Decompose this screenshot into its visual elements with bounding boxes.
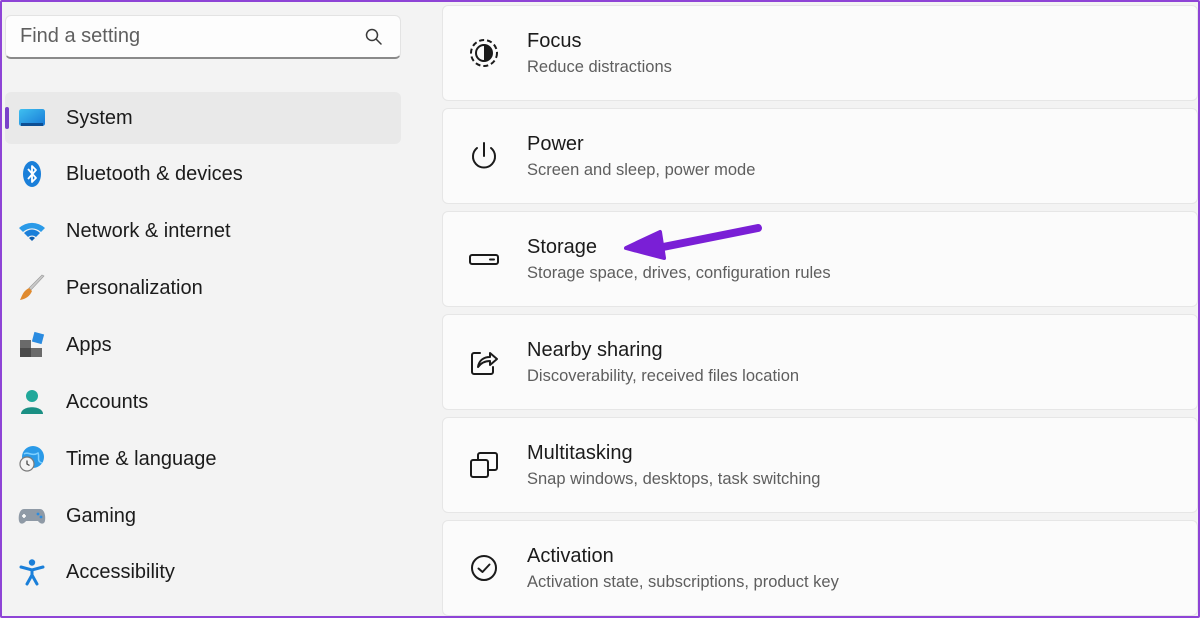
- setting-subtitle: Screen and sleep, power mode: [527, 161, 756, 179]
- setting-subtitle: Discoverability, received files location: [527, 367, 800, 385]
- setting-title: Power: [527, 133, 584, 155]
- search-icon[interactable]: [364, 27, 384, 47]
- sidebar-item-accessibility[interactable]: Accessibility: [5, 546, 401, 598]
- setting-subtitle: Snap windows, desktops, task switching: [527, 470, 821, 488]
- settings-list: Focus Reduce distractions Power Screen a…: [442, 0, 1200, 618]
- gamepad-icon: [18, 502, 46, 530]
- setting-title: Nearby sharing: [527, 339, 663, 361]
- setting-subtitle: Reduce distractions: [527, 58, 672, 76]
- sidebar-item-accounts[interactable]: Accounts: [5, 376, 401, 428]
- sidebar-item-label: Gaming: [66, 504, 137, 527]
- setting-card-power[interactable]: Power Screen and sleep, power mode: [442, 108, 1198, 204]
- multitasking-icon: [470, 452, 498, 478]
- sidebar-item-personalization[interactable]: Personalization: [5, 262, 401, 314]
- setting-title: Storage: [527, 236, 598, 258]
- sidebar-item-system[interactable]: System: [5, 92, 401, 144]
- sidebar-item-network[interactable]: Network & internet: [5, 205, 401, 257]
- setting-card-focus[interactable]: Focus Reduce distractions: [442, 5, 1198, 101]
- sidebar-item-label: Personalization: [66, 276, 203, 299]
- setting-title: Activation: [527, 545, 614, 567]
- arrow-annotation-icon: [624, 224, 762, 260]
- setting-card-multitasking[interactable]: Multitasking Snap windows, desktops, tas…: [442, 417, 1198, 513]
- sidebar-item-label: Accounts: [66, 390, 149, 413]
- focus-icon: [470, 39, 498, 67]
- search-input[interactable]: [6, 16, 346, 56]
- checkmark-circle-icon: [471, 555, 497, 581]
- sidebar-item-label: Accessibility: [66, 560, 175, 583]
- wifi-icon: [18, 217, 46, 245]
- power-icon: [472, 142, 496, 169]
- sidebar-item-label: Apps: [66, 333, 112, 356]
- sidebar-item-label: Network & internet: [66, 219, 231, 242]
- sidebar-item-label: Time & language: [66, 447, 217, 470]
- sidebar: System Bluetooth & devices Network & int…: [0, 0, 420, 618]
- sidebar-item-label: System: [66, 106, 133, 129]
- setting-title: Multitasking: [527, 442, 633, 464]
- setting-card-storage[interactable]: Storage Storage space, drives, configura…: [442, 211, 1198, 307]
- sidebar-item-partial[interactable]: [5, 606, 401, 618]
- account-icon: [18, 388, 46, 416]
- sidebar-item-apps[interactable]: Apps: [5, 319, 401, 371]
- bluetooth-icon: [18, 160, 46, 188]
- sidebar-item-gaming[interactable]: Gaming: [5, 490, 401, 542]
- setting-card-nearby-sharing[interactable]: Nearby sharing Discoverability, received…: [442, 314, 1198, 410]
- accessibility-icon: [18, 558, 46, 586]
- share-icon: [471, 352, 498, 375]
- setting-title: Focus: [527, 30, 582, 52]
- setting-subtitle: Activation state, subscriptions, product…: [527, 573, 839, 591]
- paintbrush-icon: [18, 274, 46, 302]
- storage-drive-icon: [469, 254, 499, 265]
- sidebar-item-label: Bluetooth & devices: [66, 162, 243, 185]
- sidebar-item-time-language[interactable]: Time & language: [5, 433, 401, 485]
- globe-clock-icon: [18, 445, 46, 473]
- system-monitor-icon: [18, 104, 46, 132]
- setting-card-activation[interactable]: Activation Activation state, subscriptio…: [442, 520, 1198, 616]
- apps-icon: [18, 331, 46, 359]
- sidebar-item-bluetooth[interactable]: Bluetooth & devices: [5, 148, 401, 200]
- search-box[interactable]: [5, 15, 401, 59]
